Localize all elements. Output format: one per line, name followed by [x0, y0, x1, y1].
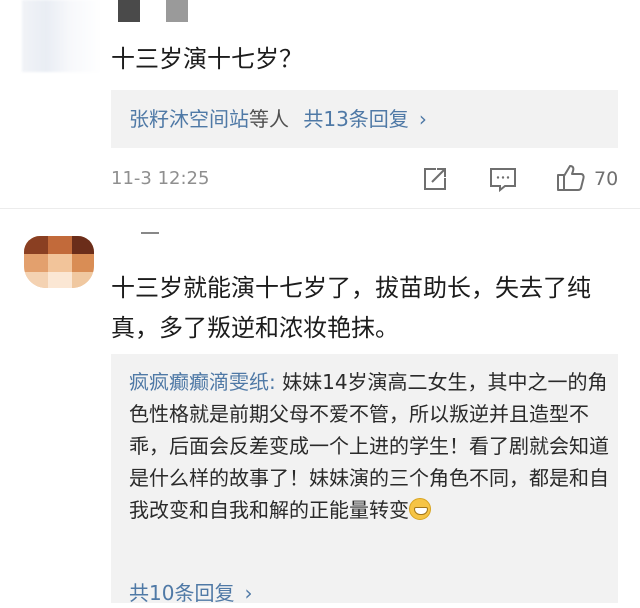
reply-count-link[interactable]: 共10条回复	[129, 581, 234, 605]
reply-suffix: 等人	[249, 107, 289, 131]
username-blurred[interactable]	[141, 232, 159, 234]
reply-author-link[interactable]: 疯疯癫癫滴雯纸:	[129, 370, 276, 394]
reply-author-link[interactable]: 张籽沐空间站	[129, 107, 249, 131]
avatar[interactable]	[22, 0, 102, 72]
reply-count-link[interactable]: 共13条回复	[303, 107, 408, 131]
reply-preview[interactable]: 疯疯癫癫滴雯纸: 妹妹14岁演高二女生，其中之一的角色性格就是前期父母不爱不管，…	[111, 354, 618, 605]
thumbs-up-icon[interactable]	[555, 163, 587, 193]
comment-text: 十三岁演十七岁？	[111, 45, 303, 73]
more-replies-link[interactable]: 共10条回复 ›	[129, 578, 252, 608]
avatar[interactable]	[24, 236, 94, 288]
timestamp: 11-3 12:25	[111, 168, 210, 189]
comment-icon[interactable]	[488, 165, 518, 193]
grin-emoji-icon	[409, 498, 431, 520]
reply-content: 疯疯癫癫滴雯纸: 妹妹14岁演高二女生，其中之一的角色性格就是前期父母不爱不管，…	[129, 366, 609, 526]
chevron-right-icon: ›	[418, 107, 427, 131]
divider	[0, 208, 640, 209]
comment-text: 十三岁就能演十七岁了，拔苗助长，失去了纯真，多了叛逆和浓妆艳抹。	[111, 274, 591, 342]
share-icon[interactable]	[421, 165, 449, 193]
reply-preview[interactable]: 张籽沐空间站等人 共13条回复 ›	[111, 90, 618, 148]
like-count: 70	[594, 168, 619, 190]
username-blurred[interactable]	[118, 0, 188, 22]
chevron-right-icon: ›	[244, 581, 253, 605]
